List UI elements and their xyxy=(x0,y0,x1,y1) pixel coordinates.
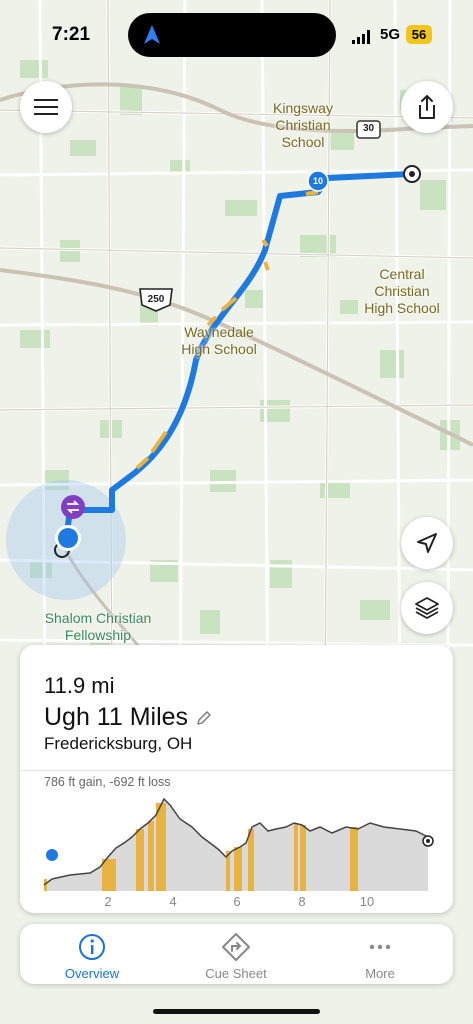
us-250-number: 250 xyxy=(147,294,165,305)
info-icon xyxy=(79,934,105,960)
tab-more-label: More xyxy=(365,966,395,981)
route-name[interactable]: Ugh 11 Miles xyxy=(44,703,188,732)
layers-icon xyxy=(415,597,439,619)
map-layers-button[interactable] xyxy=(401,582,453,634)
end-marker[interactable] xyxy=(403,165,421,183)
navigation-arrow-icon xyxy=(144,25,160,44)
route-30-number: 30 xyxy=(362,123,375,134)
elevation-gain-loss: 786 ft gain, -692 ft loss xyxy=(44,775,171,789)
elevation-position-marker xyxy=(44,847,60,863)
elevation-profile[interactable] xyxy=(20,793,453,893)
tab-cue-sheet[interactable]: Cue Sheet xyxy=(164,924,308,984)
dynamic-island xyxy=(128,13,336,57)
tab-cue-sheet-label: Cue Sheet xyxy=(205,966,267,981)
elevation-tick: 2 xyxy=(104,894,112,909)
route-summary-card[interactable]: 11.9 mi Ugh 11 Miles Fredericksburg, OH … xyxy=(20,645,453,913)
status-bar: 7:21 5G 56 xyxy=(0,0,473,62)
route-10-number: 10 xyxy=(312,176,323,186)
locate-me-button[interactable] xyxy=(401,517,453,569)
elevation-tick: 8 xyxy=(298,894,306,909)
waypoint-marker[interactable] xyxy=(61,495,85,519)
bottom-tab-bar: Overview Cue Sheet More xyxy=(20,924,453,984)
map-label-waynedale: Waynedale High School xyxy=(181,324,257,357)
home-indicator xyxy=(153,1009,320,1014)
map-label-kingsway: Kingsway Christian School xyxy=(273,100,333,150)
elevation-end-marker xyxy=(422,835,434,847)
route-location: Fredericksburg, OH xyxy=(44,734,193,753)
battery-indicator: 56 xyxy=(406,25,432,44)
menu-button[interactable] xyxy=(20,81,72,133)
share-icon xyxy=(419,95,435,119)
tab-more[interactable]: More xyxy=(308,924,452,984)
tab-overview[interactable]: Overview xyxy=(20,924,164,984)
map-label-shalom: Shalom Christian Fellowship xyxy=(44,610,152,643)
elevation-tick: 6 xyxy=(233,894,241,909)
more-dots-icon xyxy=(369,944,391,950)
elevation-tick: 4 xyxy=(169,894,177,909)
tab-overview-label: Overview xyxy=(64,966,120,981)
pencil-icon[interactable] xyxy=(196,710,212,726)
status-time: 7:21 xyxy=(52,24,91,45)
network-type: 5G xyxy=(380,26,401,43)
current-location-dot xyxy=(55,525,81,551)
card-divider xyxy=(20,770,453,771)
route-distance: 11.9 mi xyxy=(44,673,115,698)
location-arrow-icon xyxy=(417,533,437,553)
cell-signal-icon xyxy=(352,30,370,44)
elevation-tick: 10 xyxy=(359,894,375,909)
share-button[interactable] xyxy=(401,81,453,133)
turn-sign-icon xyxy=(222,933,250,961)
map-label-central: Central Christian High School xyxy=(364,266,440,316)
hamburger-icon xyxy=(34,99,58,115)
route-name-row[interactable]: Ugh 11 Miles xyxy=(44,703,212,732)
